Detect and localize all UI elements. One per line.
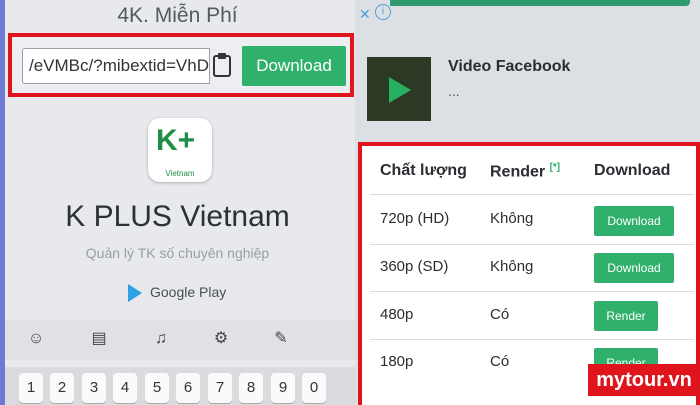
ad-info-icon[interactable]: i (375, 4, 391, 20)
render-480p-button[interactable]: Render (594, 301, 658, 331)
video-thumbnail[interactable] (367, 57, 431, 121)
url-input[interactable]: /eVMBc/?mibextid=VhD (22, 48, 210, 84)
google-play-label: Google Play (150, 284, 227, 300)
download-button[interactable]: Download (242, 46, 346, 86)
key-4[interactable]: 4 (113, 373, 137, 403)
row-render: Không (490, 258, 534, 275)
key-2[interactable]: 2 (50, 373, 74, 403)
header-download: Download (594, 162, 671, 179)
key-7[interactable]: 7 (208, 373, 232, 403)
keyboard-toolbar: ☺ ▤ ♫ ⚙ ✎ (5, 320, 355, 360)
url-input-group: /eVMBc/?mibextid=VhD Download (8, 33, 354, 97)
divider (370, 291, 694, 292)
app-name: K PLUS Vietnam (65, 200, 290, 233)
row-render: Không (490, 210, 534, 227)
key-5[interactable]: 5 (145, 373, 169, 403)
key-9[interactable]: 9 (271, 373, 295, 403)
key-3[interactable]: 3 (82, 373, 106, 403)
download-720p-button[interactable]: Download (594, 206, 674, 236)
divider (370, 194, 694, 195)
app-subtitle: Quản lý TK số chuyên nghiệp (85, 245, 270, 261)
row-quality: 720p (HD) (380, 210, 450, 227)
settings-icon[interactable]: ⚙ (210, 328, 232, 350)
google-play-badge[interactable]: Google Play (128, 284, 227, 303)
download-360p-button[interactable]: Download (594, 253, 674, 283)
ad-banner[interactable] (390, 0, 690, 6)
row-quality: 360p (SD) (380, 258, 449, 275)
app-icon-sub: Vietnam (165, 169, 195, 178)
header-render: Render [*] (490, 162, 560, 181)
key-1[interactable]: 1 (19, 373, 43, 403)
key-8[interactable]: 8 (239, 373, 263, 403)
google-play-icon (128, 284, 142, 303)
header-render-label: Render (490, 163, 546, 181)
row-quality: 480p (380, 306, 414, 323)
keyboard-number-row: 1 2 3 4 5 6 7 8 9 0 (5, 367, 355, 405)
app-icon-text: K+ (156, 124, 196, 157)
close-ad-icon[interactable]: ✕ (359, 6, 371, 23)
handwriting-icon[interactable]: ✎ (270, 328, 292, 350)
mytour-watermark: mytour.vn (588, 364, 700, 396)
app-icon: K+ Vietnam (148, 118, 212, 182)
row-quality: 180p (380, 353, 414, 370)
ad-title: 4K. Miễn Phí (117, 4, 238, 27)
row-render: Có (490, 306, 510, 323)
video-more: ... (448, 83, 460, 99)
clipboard-paste-icon[interactable] (212, 52, 232, 78)
row-render: Có (490, 353, 510, 370)
divider (370, 339, 694, 340)
render-note-link[interactable]: [*] (550, 162, 561, 173)
emoji-icon[interactable]: ☺ (25, 328, 47, 350)
left-panel: 4K. Miễn Phí /eVMBc/?mibextid=VhD Downlo… (0, 0, 355, 405)
clipboard-icon[interactable]: ▤ (88, 328, 110, 350)
divider (370, 244, 694, 245)
play-icon (389, 77, 411, 103)
key-6[interactable]: 6 (176, 373, 200, 403)
key-0[interactable]: 0 (302, 373, 326, 403)
right-panel: ✕ i Video Facebook ... Chất lượng Render… (355, 0, 700, 405)
microphone-icon[interactable]: ♫ (150, 328, 172, 350)
header-quality: Chất lượng (380, 162, 467, 179)
video-title: Video Facebook (448, 58, 571, 75)
